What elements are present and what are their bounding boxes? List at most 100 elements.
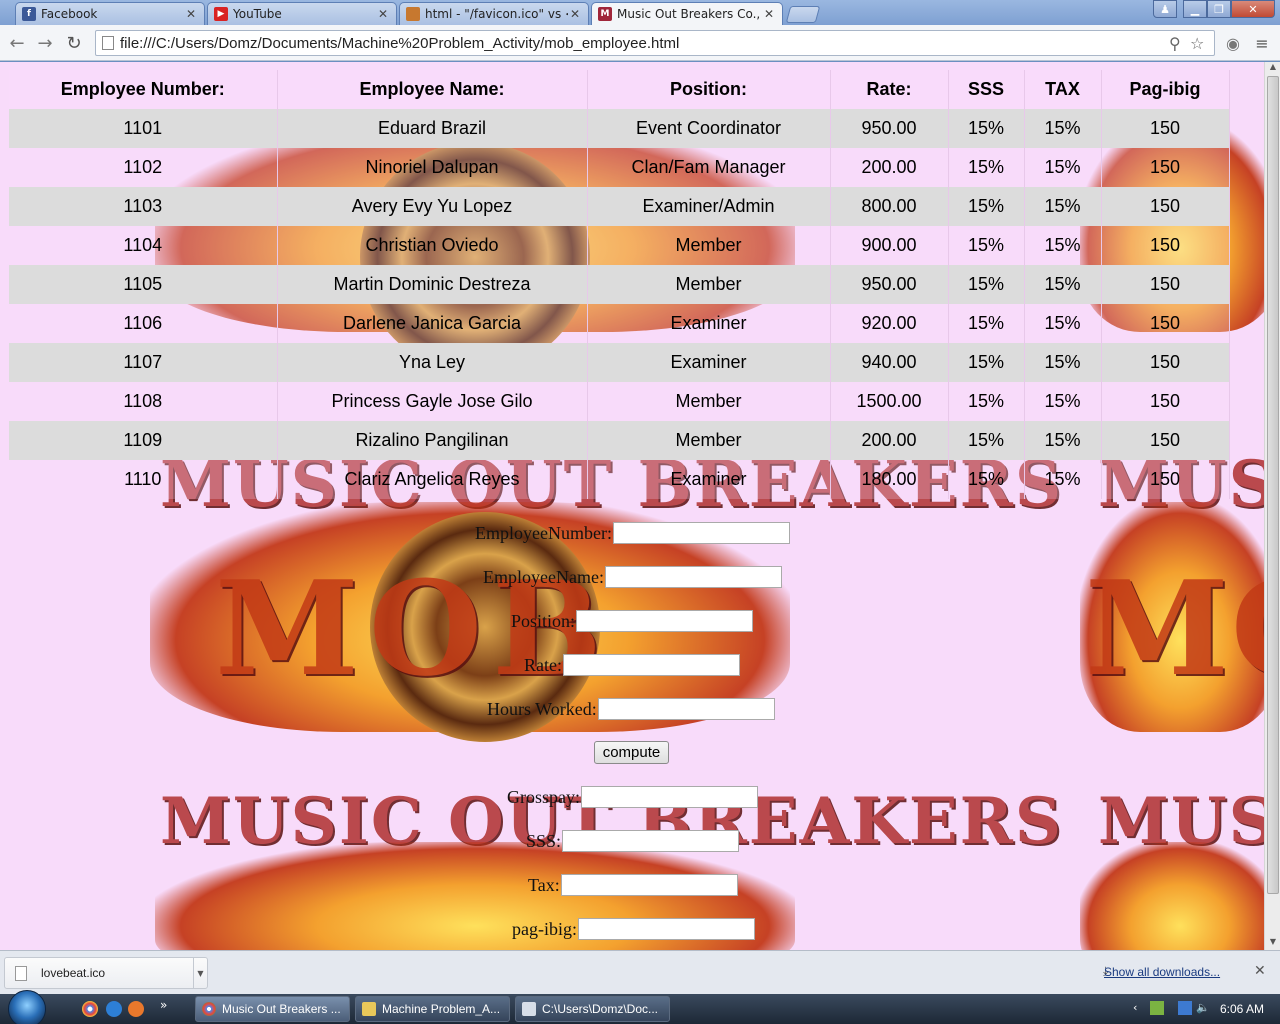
position-input[interactable] xyxy=(576,610,754,632)
table-cell: 180.00 xyxy=(830,460,949,499)
close-tab-icon[interactable]: ✕ xyxy=(762,7,776,21)
forward-arrow-icon[interactable]: → xyxy=(32,30,58,56)
chevron-down-icon[interactable]: ▼ xyxy=(193,958,207,988)
grosspay-row: Grosspay: xyxy=(507,785,758,809)
vertical-scrollbar[interactable]: ▲ ▼ xyxy=(1264,62,1280,950)
table-cell: 15% xyxy=(1024,187,1102,226)
table-cell: 15% xyxy=(1024,421,1102,460)
close-icon[interactable]: ✕ xyxy=(1254,963,1266,979)
table-cell: Member xyxy=(587,265,831,304)
table-cell: 1104 xyxy=(9,226,278,265)
compute-button[interactable]: compute xyxy=(594,741,669,764)
table-cell: 150 xyxy=(1101,148,1230,187)
scroll-up-arrow-icon[interactable]: ▲ xyxy=(1265,62,1280,74)
download-item[interactable]: lovebeat.ico ▼ xyxy=(4,957,208,989)
internet-explorer-icon[interactable] xyxy=(106,1001,122,1017)
address-bar[interactable]: file:///C:/Users/Domz/Documents/Machine%… xyxy=(95,30,1215,56)
table-cell: 15% xyxy=(948,421,1025,460)
browser-toolbar: ← → ↻ file:///C:/Users/Domz/Documents/Ma… xyxy=(0,25,1280,61)
taskbar-item-label: Music Out Breakers ... xyxy=(222,1002,341,1016)
table-row: 1103 Avery Evy Yu Lopez Examiner/Admin 800.… xyxy=(9,187,1230,226)
tab-label: Facebook xyxy=(41,7,98,21)
back-arrow-icon[interactable]: ← xyxy=(4,30,30,56)
table-row: 1101 Eduard Brazil Event Coordinator 950.00… xyxy=(9,109,1230,148)
close-tab-icon[interactable]: ✕ xyxy=(568,7,582,21)
table-row: 1109 Rizalino Pangilinan Member 200.00 15% 15… xyxy=(9,421,1230,460)
close-window-button[interactable]: ✕ xyxy=(1231,0,1275,18)
tab-favicon-question[interactable]: html - "/favicon.ico" vs <l ✕ xyxy=(399,2,589,25)
hours-worked-input[interactable] xyxy=(597,698,775,720)
taskbar-item-folder[interactable]: Machine Problem_A... xyxy=(355,996,510,1022)
menu-wrench-icon[interactable]: ≡ xyxy=(1249,30,1275,56)
page-content: MUSIC OUT BREAKERS MUSIC OUT BREAKERS MO… xyxy=(0,62,1264,950)
sss-input[interactable] xyxy=(562,830,740,852)
chevron-left-icon[interactable]: ‹ xyxy=(1133,1001,1147,1015)
start-button[interactable] xyxy=(8,990,46,1024)
table-cell: 1108 xyxy=(9,382,278,421)
table-cell: Examiner xyxy=(587,343,831,382)
table-cell: 940.00 xyxy=(830,343,949,382)
mob-icon: M xyxy=(598,7,612,21)
volume-icon[interactable]: 🔈 xyxy=(1196,1001,1210,1015)
table-cell: Avery Evy Yu Lopez xyxy=(277,187,588,226)
taskbar-item-browser[interactable]: Music Out Breakers ... xyxy=(195,996,350,1022)
table-row: 1110 Clariz Angelica Reyes Examiner 180.00 1… xyxy=(9,460,1230,499)
network-tray-icon[interactable] xyxy=(1150,1001,1164,1015)
connection-tray-icon[interactable] xyxy=(1178,1001,1192,1015)
column-header: Rate: xyxy=(830,70,949,109)
table-cell: 1105 xyxy=(9,265,278,304)
facebook-icon: f xyxy=(22,7,36,21)
scrollbar-thumb[interactable] xyxy=(1267,76,1279,894)
scroll-down-arrow-icon[interactable]: ▼ xyxy=(1265,937,1280,949)
grosspay-input[interactable] xyxy=(581,786,758,808)
taskbar-item-editor[interactable]: C:\Users\Domz\Doc... xyxy=(515,996,670,1022)
table-cell: Examiner xyxy=(587,460,831,499)
rate-input[interactable] xyxy=(563,654,740,676)
table-cell: Eduard Brazil xyxy=(277,109,588,148)
table-cell: 150 xyxy=(1101,421,1230,460)
youtube-icon: ▶ xyxy=(214,7,228,21)
windows-taskbar: » Music Out Breakers ... Machine Problem… xyxy=(0,990,1280,1024)
table-cell: 15% xyxy=(1024,460,1102,499)
extension-icon[interactable]: ◉ xyxy=(1220,30,1246,56)
close-tab-icon[interactable]: ✕ xyxy=(184,7,198,21)
tab-facebook[interactable]: f Facebook ✕ xyxy=(15,2,205,25)
more-icon[interactable]: » xyxy=(160,998,167,1012)
downloads-shelf: lovebeat.ico ▼ ⤓ Show all downloads... ✕ xyxy=(0,950,1280,994)
user-icon[interactable]: ♟ xyxy=(1153,0,1177,18)
table-cell: Member xyxy=(587,226,831,265)
table-cell: Examiner xyxy=(587,304,831,343)
page-icon xyxy=(102,36,114,50)
hours-worked-label: Hours Worked: xyxy=(487,698,597,719)
firefox-icon[interactable] xyxy=(128,1001,144,1017)
table-row: 1105 Martin Dominic Destreza Member 950.00 1… xyxy=(9,265,1230,304)
tab-youtube[interactable]: ▶ YouTube ✕ xyxy=(207,2,397,25)
grosspay-label: Grosspay: xyxy=(507,786,580,807)
table-row: 1106 Darlene Janica Garcia Examiner 920.00 1… xyxy=(9,304,1230,343)
logo-text: MOB xyxy=(1085,552,1264,705)
zoom-icon[interactable]: ⚲ xyxy=(1169,34,1181,53)
chrome-icon[interactable] xyxy=(82,1001,98,1017)
new-tab-button[interactable] xyxy=(785,6,821,23)
bookmark-star-icon[interactable]: ☆ xyxy=(1190,34,1204,53)
show-all-downloads-link[interactable]: Show all downloads... xyxy=(1104,965,1220,979)
table-cell: 150 xyxy=(1101,109,1230,148)
employee-name-input[interactable] xyxy=(604,566,782,588)
tax-input[interactable] xyxy=(560,874,738,896)
minimize-button[interactable]: ▁ xyxy=(1183,0,1207,18)
restore-button[interactable]: ❐ xyxy=(1207,0,1231,18)
close-tab-icon[interactable]: ✕ xyxy=(376,7,390,21)
table-cell: 15% xyxy=(948,187,1025,226)
pagibig-label: pag-ibig: xyxy=(512,918,577,939)
table-cell: 150 xyxy=(1101,343,1230,382)
table-cell: 1102 xyxy=(9,148,278,187)
table-cell: 150 xyxy=(1101,265,1230,304)
tax-label: Tax: xyxy=(528,874,560,895)
tab-music-out-breakers[interactable]: M Music Out Breakers Co., Li ✕ xyxy=(591,2,783,25)
reload-icon[interactable]: ↻ xyxy=(61,30,87,56)
table-cell: 150 xyxy=(1101,460,1230,499)
table-cell: 1101 xyxy=(9,109,278,148)
pagibig-input[interactable] xyxy=(578,918,755,940)
employee-number-input[interactable] xyxy=(612,522,790,544)
table-cell: 15% xyxy=(1024,109,1102,148)
